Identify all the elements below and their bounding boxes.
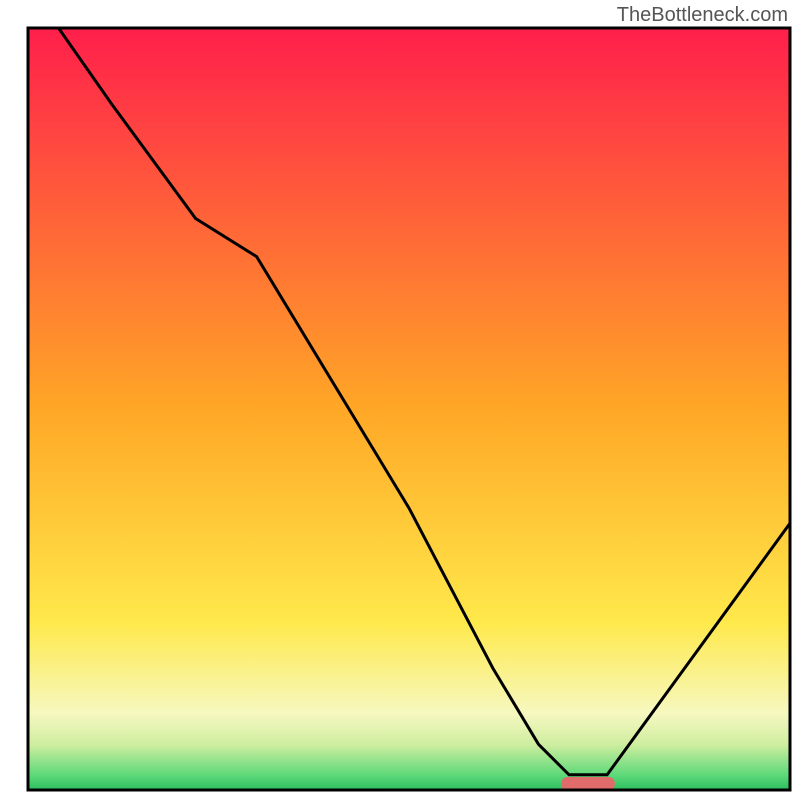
watermark-text: TheBottleneck.com [617,4,788,27]
chart-container: TheBottleneck.com [0,0,800,800]
bottleneck-chart [0,0,800,800]
plot-background [28,28,790,790]
